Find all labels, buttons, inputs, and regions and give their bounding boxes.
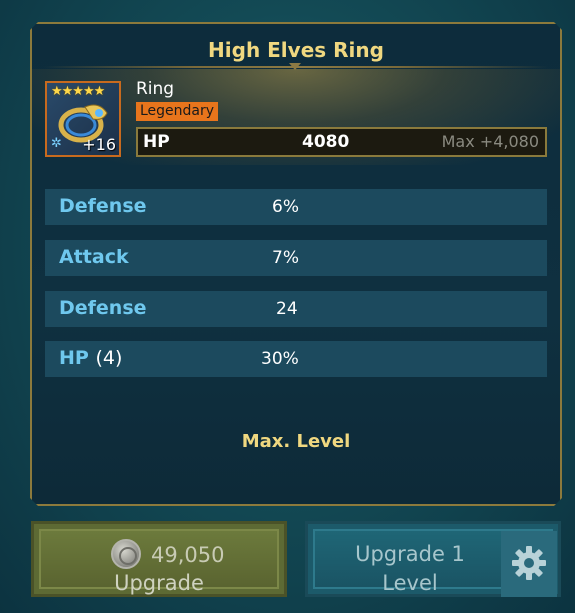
substat-rolls: (4) [95,347,123,369]
substat-value: 30% [261,349,299,369]
substat-value: 7% [272,248,299,268]
upgrade-button-label: Upgrade [114,571,204,595]
main-stat-bar: HP 4080 Max +4,080 [136,127,547,157]
max-level-label: Max. Level [241,431,351,452]
main-stat-name: HP [143,132,170,152]
main-stat-max: Max +4,080 [441,132,539,151]
substat-value: 24 [276,299,298,319]
substat-name: HP (4) [59,347,123,369]
main-stat-value: 4080 [302,132,350,152]
substat-row: Attack 7% [45,240,547,276]
substat-name: Attack [59,246,129,268]
substat-value: 6% [272,197,299,217]
substat-row: Defense 24 [45,291,547,327]
item-type: Ring [136,79,175,99]
rarity-badge: Legendary [136,102,219,121]
set-icon: ✲ [51,136,62,151]
substat-name: Defense [59,195,147,217]
gear-icon [512,546,546,580]
upgrade-1-level-button[interactable]: Upgrade 1 Level [305,521,561,597]
silver-coin-icon [111,539,141,569]
settings-button[interactable] [501,531,557,597]
substat-row: HP (4) 30% [45,341,547,377]
upgrade-button[interactable]: 49,050 Upgrade [31,521,287,597]
upgrade-1-level-label: Upgrade 1 Level [355,542,465,595]
item-title: High Elves Ring [208,38,384,62]
upgrade-cost: 49,050 [151,543,225,567]
item-icon-frame[interactable]: ★★★★★ ✲ +16 [45,81,121,157]
upgrade-1-level-button-face: Upgrade 1 Level [313,529,557,597]
substat-row: Defense 6% [45,189,547,225]
item-upgrade-level: +16 [82,135,116,154]
title-divider-notch [289,63,301,70]
substat-name: Defense [59,297,147,319]
upgrade-button-face: 49,050 Upgrade [39,529,279,595]
